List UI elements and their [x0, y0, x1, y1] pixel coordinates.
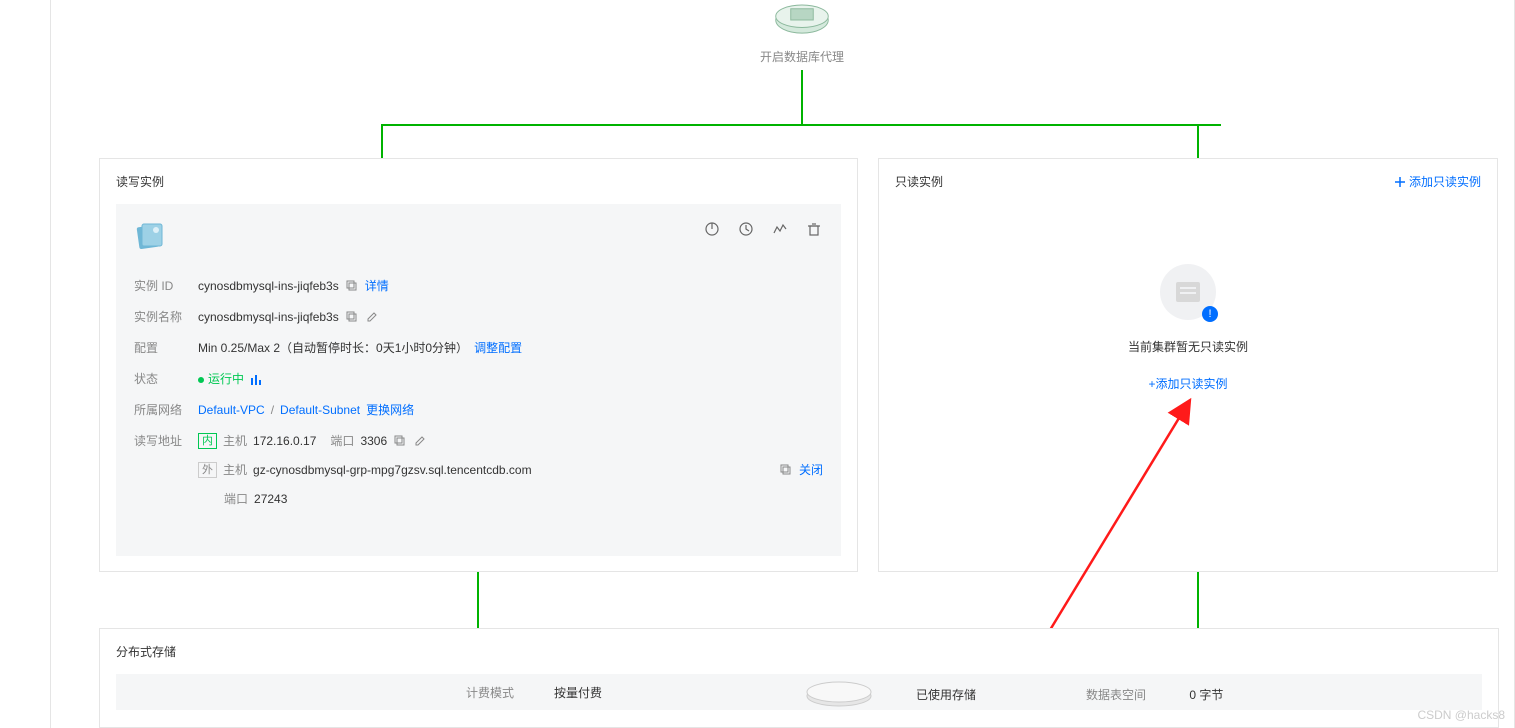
- power-icon[interactable]: [703, 220, 721, 238]
- delete-icon[interactable]: [805, 220, 823, 238]
- connector-line: [381, 124, 383, 160]
- proxy-label: 开启数据库代理: [757, 48, 847, 65]
- ro-title: 只读实例: [895, 173, 943, 190]
- proxy-icon: [772, 0, 832, 40]
- label-config: 配置: [134, 339, 198, 356]
- internal-port: 3306: [360, 434, 387, 448]
- connector-line: [1197, 572, 1199, 630]
- rw-title: 读写实例: [116, 173, 164, 190]
- empty-text: 当前集群暂无只读实例: [879, 338, 1497, 355]
- copy-icon[interactable]: [393, 434, 407, 448]
- label-table-space: 数据表空间: [1086, 688, 1146, 702]
- panel-actions: [703, 220, 823, 238]
- restart-icon[interactable]: [737, 220, 755, 238]
- vpc-link[interactable]: Default-VPC: [198, 403, 265, 417]
- external-host: gz-cynosdbmysql-grp-mpg7gzsv.sql.tencent…: [253, 463, 532, 477]
- copy-icon[interactable]: [345, 310, 359, 324]
- storage-disk-icon: [804, 674, 874, 710]
- db-icon: [134, 220, 166, 252]
- rw-instance-card: 读写实例: [99, 158, 858, 572]
- external-badge: 外: [198, 462, 217, 478]
- info-badge-icon: !: [1202, 306, 1218, 322]
- details-link[interactable]: 详情: [365, 277, 389, 294]
- ro-instance-card: 只读实例 添加只读实例 ! 当前集群暂无只读实例 +添加只读实例: [878, 158, 1498, 572]
- label-instance-id: 实例 ID: [134, 277, 198, 294]
- billing-value: 按量付费: [554, 684, 602, 701]
- change-network-link[interactable]: 更换网络: [366, 401, 414, 418]
- label-host: 主机: [223, 461, 247, 478]
- status-badge: 运行中: [198, 370, 244, 387]
- config-value: Min 0.25/Max 2（自动暂停时长：0天1小时0分钟）: [198, 339, 468, 356]
- internal-host: 172.16.0.17: [253, 434, 316, 448]
- edit-icon[interactable]: [365, 310, 379, 324]
- table-space-value: 0 字节: [1189, 688, 1223, 702]
- label-host: 主机: [223, 432, 247, 449]
- monitor-icon[interactable]: [771, 220, 789, 238]
- subnet-link[interactable]: Default-Subnet: [280, 403, 360, 417]
- close-external-link[interactable]: 关闭: [779, 461, 823, 478]
- watermark: CSDN @hacks8: [1417, 708, 1505, 722]
- label-network: 所属网络: [134, 401, 198, 418]
- connector-line: [801, 70, 803, 124]
- proxy-node[interactable]: 开启数据库代理: [757, 0, 847, 65]
- empty-state-icon: !: [1160, 264, 1216, 320]
- chart-icon[interactable]: [250, 372, 264, 386]
- label-billing: 计费模式: [466, 684, 530, 701]
- label-rw-addr: 读写地址: [134, 432, 198, 449]
- internal-badge: 内: [198, 433, 217, 449]
- instance-id: cynosdbmysql-ins-jiqfeb3s: [198, 279, 339, 293]
- label-status: 状态: [134, 370, 198, 387]
- copy-icon[interactable]: [779, 463, 793, 477]
- adjust-config-link[interactable]: 调整配置: [474, 339, 522, 356]
- label-port: 端口: [330, 432, 354, 449]
- external-port: 27243: [254, 492, 287, 506]
- storage-title: 分布式存储: [116, 643, 176, 660]
- label-instance-name: 实例名称: [134, 308, 198, 325]
- copy-icon[interactable]: [345, 279, 359, 293]
- label-port: 端口: [224, 490, 248, 507]
- add-ro-button-top[interactable]: 添加只读实例: [1395, 173, 1481, 190]
- connector-line: [1197, 124, 1199, 160]
- add-ro-button[interactable]: +添加只读实例: [879, 375, 1497, 392]
- edit-icon[interactable]: [413, 434, 427, 448]
- used-storage-label: 已使用存储: [916, 686, 976, 703]
- instance-name: cynosdbmysql-ins-jiqfeb3s: [198, 310, 339, 324]
- connector-line: [381, 124, 1221, 126]
- storage-card: 分布式存储 计费模式 按量付费 已使用存储 数据表空间 0 字节: [99, 628, 1499, 728]
- connector-line: [477, 572, 479, 630]
